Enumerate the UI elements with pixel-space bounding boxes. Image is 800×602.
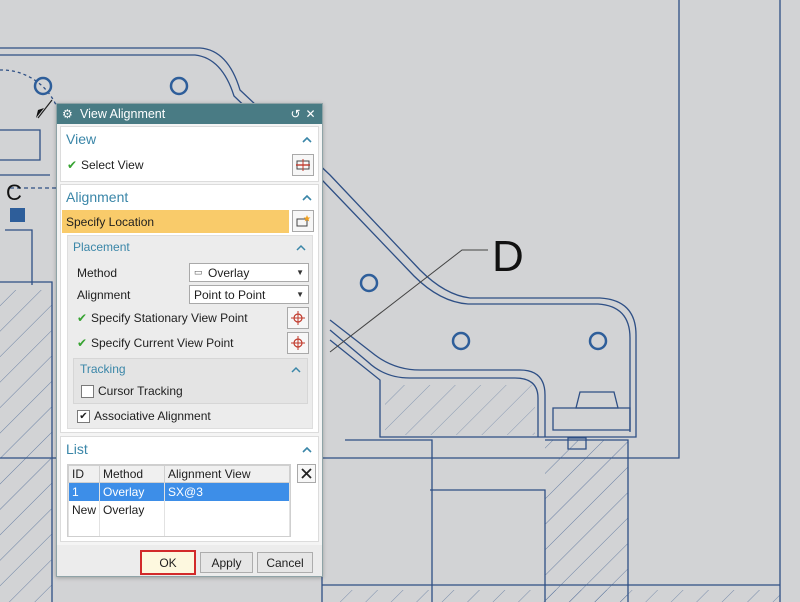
crosshair-icon (291, 311, 305, 325)
stationary-point-label: Specify Stationary View Point (91, 311, 248, 325)
placement-group-title: Placement (73, 240, 130, 254)
list-group-title: List (66, 441, 88, 457)
dropdown-arrow-icon: ▼ (296, 290, 304, 299)
alignment-list: ID Method Alignment View 1 Overlay SX@3 … (67, 464, 291, 537)
column-header-alignment-view[interactable]: Alignment View (164, 465, 290, 483)
select-view-label: Select View (81, 158, 144, 172)
callout-c: C (6, 180, 22, 205)
method-select-value: Overlay (208, 265, 250, 280)
cursor-tracking-checkbox[interactable] (81, 384, 94, 398)
gear-icon: ⚙ (62, 107, 73, 121)
apply-button[interactable]: Apply (200, 552, 253, 573)
current-point-button[interactable] (287, 332, 309, 354)
cell-method: Overlay (99, 500, 166, 519)
stationary-point-button[interactable] (287, 307, 309, 329)
select-view-row[interactable]: ✔ Select View (67, 158, 143, 172)
method-label: Method (77, 266, 118, 280)
select-view-button[interactable] (292, 154, 314, 176)
hole-3 (359, 273, 379, 293)
checkmark-icon: ✔ (77, 311, 88, 325)
column-header-method[interactable]: Method (99, 465, 166, 483)
tracking-group-title: Tracking (80, 362, 126, 376)
close-icon[interactable]: ✕ (303, 107, 318, 121)
specify-location-row[interactable]: Specify Location (62, 210, 289, 233)
alignment-group: Alignment Specify Location Placement Met… (60, 184, 319, 433)
checkmark-icon: ✔ (67, 158, 78, 172)
table-row[interactable]: 1 Overlay SX@3 (68, 482, 290, 501)
tracking-group-header[interactable]: Tracking (74, 359, 307, 379)
cursor-tracking-label: Cursor Tracking (98, 384, 183, 398)
view-alignment-dialog: ⚙ View Alignment ↺ ✕ View ✔ Select View … (56, 103, 323, 577)
view-group-header[interactable]: View (61, 127, 318, 151)
view-group-title: View (66, 131, 97, 147)
dropdown-arrow-icon: ▼ (296, 268, 304, 277)
cell-id: New (68, 500, 101, 519)
alignment-group-header[interactable]: Alignment (61, 185, 318, 209)
list-group-header[interactable]: List (61, 437, 318, 461)
chevron-up-icon[interactable] (300, 132, 314, 146)
cell-view: SX@3 (164, 482, 290, 501)
close-icon (301, 468, 312, 479)
callout-d: D (492, 232, 524, 281)
cursor-tracking-row[interactable]: Cursor Tracking (81, 384, 183, 398)
view-icon (296, 159, 310, 171)
current-point-row[interactable]: ✔ Specify Current View Point (77, 336, 234, 350)
dialog-titlebar[interactable]: ⚙ View Alignment ↺ ✕ (57, 104, 322, 124)
cell-view (164, 500, 290, 519)
specify-location-label: Specify Location (66, 214, 155, 229)
stationary-point-row[interactable]: ✔ Specify Stationary View Point (77, 311, 248, 325)
cell-method: Overlay (99, 482, 166, 501)
hole-2 (169, 76, 189, 96)
tracking-group: Tracking Cursor Tracking (73, 358, 308, 404)
associative-label: Associative Alignment (94, 409, 211, 423)
cancel-button[interactable]: Cancel (257, 552, 313, 573)
hole-5 (588, 331, 608, 351)
ok-button[interactable]: OK (140, 550, 196, 575)
reset-icon[interactable]: ↺ (288, 107, 303, 121)
list-group: List ID Method Alignment View 1 Overlay … (60, 436, 319, 542)
cell-id: 1 (68, 482, 101, 501)
hole-4 (451, 331, 471, 351)
associative-row[interactable]: ✔ Associative Alignment (77, 409, 211, 423)
location-icon (296, 215, 311, 227)
specify-location-button[interactable] (292, 210, 314, 232)
alignment-select[interactable]: Point to Point ▼ (189, 285, 309, 304)
view-group: View ✔ Select View (60, 126, 319, 182)
method-select[interactable]: ▭ Overlay ▼ (189, 263, 309, 282)
chevron-up-icon[interactable] (294, 240, 308, 254)
current-point-label: Specify Current View Point (91, 336, 234, 350)
overlay-icon: ▭ (194, 267, 203, 277)
dialog-title: View Alignment (80, 107, 166, 121)
checkmark-icon: ✔ (77, 336, 88, 350)
associative-checkbox[interactable]: ✔ (77, 409, 90, 423)
placement-group-header[interactable]: Placement (68, 236, 312, 258)
table-row[interactable]: New Overlay (68, 500, 290, 519)
alignment-group-title: Alignment (66, 189, 129, 205)
alignment-label: Alignment (77, 288, 131, 302)
list-header-row: ID Method Alignment View (68, 465, 290, 483)
placement-group: Placement Method ▭ Overlay ▼ Alignment P… (67, 235, 313, 429)
chevron-up-icon[interactable] (300, 442, 314, 456)
column-header-id[interactable]: ID (68, 465, 101, 483)
table-row-empty (68, 518, 290, 536)
chevron-up-icon[interactable] (300, 190, 314, 204)
chevron-up-icon[interactable] (289, 362, 303, 376)
leader-line-d (329, 249, 488, 353)
remove-button[interactable] (297, 464, 316, 483)
hole-1 (33, 76, 53, 96)
crosshair-icon (291, 336, 305, 350)
alignment-select-value: Point to Point (194, 287, 266, 302)
